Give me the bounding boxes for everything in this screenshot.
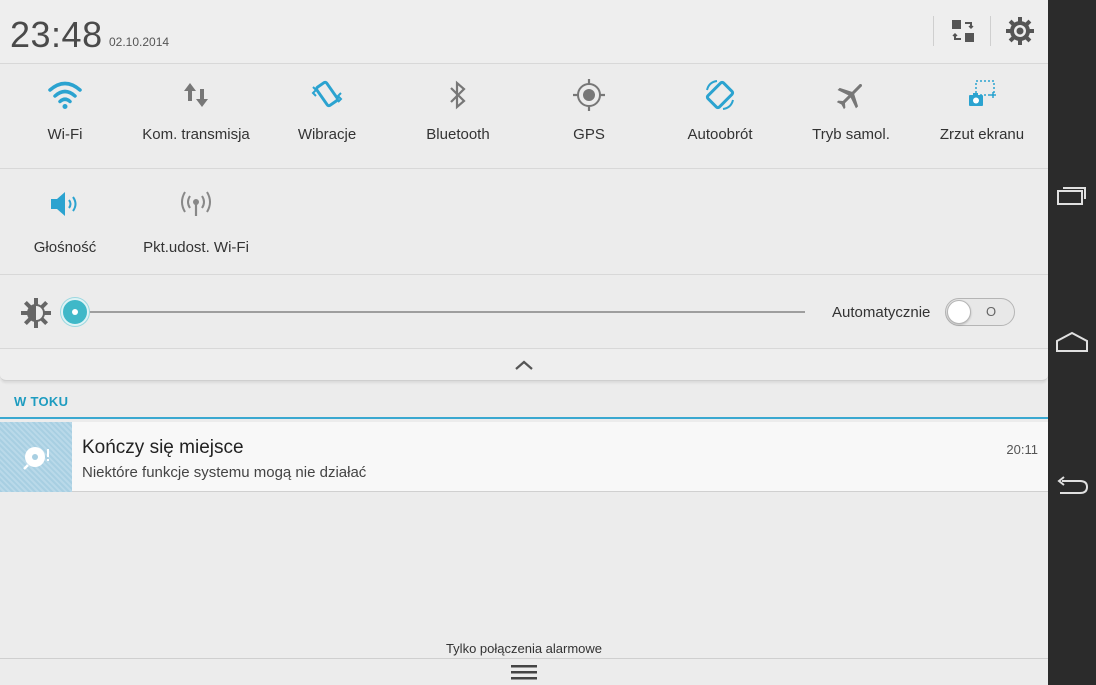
back-icon[interactable] [1048, 456, 1096, 516]
toggle-airplane-mode[interactable]: Tryb samol. [786, 64, 916, 168]
toggle-label: GPS [573, 126, 605, 143]
storage-warning-icon [22, 445, 52, 476]
status-header: 23:48 02.10.2014 [0, 0, 1048, 64]
notification-shade: 23:48 02.10.2014 Wi-Fi Kom. transmisja W… [0, 0, 1048, 685]
navigation-bar [1048, 0, 1096, 685]
screenshot-icon [964, 78, 1000, 117]
toggle-label: Zrzut ekranu [939, 126, 1025, 143]
brightness-slider-thumb[interactable] [61, 298, 89, 326]
toggle-label: Wi-Fi [47, 126, 83, 143]
switch-knob [947, 300, 971, 324]
carrier-status-label: Tylko połączenia alarmowe [445, 641, 603, 656]
header-divider [990, 16, 991, 46]
brightness-icon [20, 297, 52, 334]
toggle-data-transfer[interactable]: Kom. transmisja [131, 64, 261, 168]
chevron-up-icon[interactable] [504, 353, 544, 377]
switch-user-icon[interactable] [946, 14, 980, 48]
header-divider [933, 16, 934, 46]
clock-date: 02.10.2014 [109, 35, 170, 49]
airplane-icon [834, 78, 868, 117]
notification-time: 20:11 [1006, 442, 1038, 457]
toggle-wifi[interactable]: Wi-Fi [0, 64, 130, 168]
toggle-label: Wibracje [297, 126, 357, 143]
toggle-gps[interactable]: GPS [524, 64, 654, 168]
quick-settings-row-1: Wi-Fi Kom. transmisja Wibracje Bluetooth… [0, 64, 1048, 169]
clock-time: 23:48 [10, 14, 103, 55]
notification-title: Kończy się miejsce [82, 437, 244, 458]
data-transfer-icon [181, 79, 211, 116]
auto-brightness-switch[interactable]: O [945, 298, 1015, 326]
toggle-vibration[interactable]: Wibracje [262, 64, 392, 168]
section-title-ongoing: W TOKU [14, 394, 69, 409]
collapse-bar [0, 349, 1048, 381]
toggle-hotspot[interactable]: Pkt.udost. Wi-Fi [131, 169, 261, 273]
toggle-label: Autoobrót [687, 126, 753, 143]
auto-brightness-label: Automatycznie [832, 304, 931, 321]
notification-icon-box [0, 422, 72, 492]
auto-rotate-icon [703, 78, 737, 117]
gps-icon [572, 78, 606, 117]
toggle-volume[interactable]: Głośność [0, 169, 130, 273]
recent-apps-icon[interactable] [1048, 166, 1096, 226]
brightness-slider-track[interactable] [75, 311, 805, 313]
volume-icon [47, 188, 83, 225]
vibration-icon [310, 79, 344, 116]
notification-text: Niektóre funkcje systemu mogą nie działa… [82, 464, 367, 481]
home-icon[interactable] [1048, 312, 1096, 372]
toggle-screenshot[interactable]: Zrzut ekranu [917, 64, 1047, 168]
toggle-label: Głośność [33, 239, 97, 256]
settings-gear-icon[interactable] [1003, 14, 1037, 48]
switch-state-label: O [986, 304, 997, 319]
bluetooth-icon [446, 79, 470, 116]
footer-divider [0, 658, 1048, 659]
toggle-label: Bluetooth [426, 126, 490, 143]
toggle-auto-rotate[interactable]: Autoobrót [655, 64, 785, 168]
brightness-control: Automatycznie O [0, 275, 1048, 349]
hotspot-icon [176, 188, 216, 225]
toggle-label: Tryb samol. [812, 126, 890, 143]
quick-settings-row-2: Głośność Pkt.udost. Wi-Fi [0, 169, 1048, 275]
drag-handle-icon[interactable] [506, 660, 542, 684]
toggle-label: Kom. transmisja [142, 126, 250, 143]
notification-item[interactable]: Kończy się miejsce Niektóre funkcje syst… [0, 422, 1048, 492]
toggle-bluetooth[interactable]: Bluetooth [393, 64, 523, 168]
toggle-label: Pkt.udost. Wi-Fi [143, 239, 249, 256]
section-divider [0, 417, 1048, 419]
wifi-icon [48, 80, 82, 115]
